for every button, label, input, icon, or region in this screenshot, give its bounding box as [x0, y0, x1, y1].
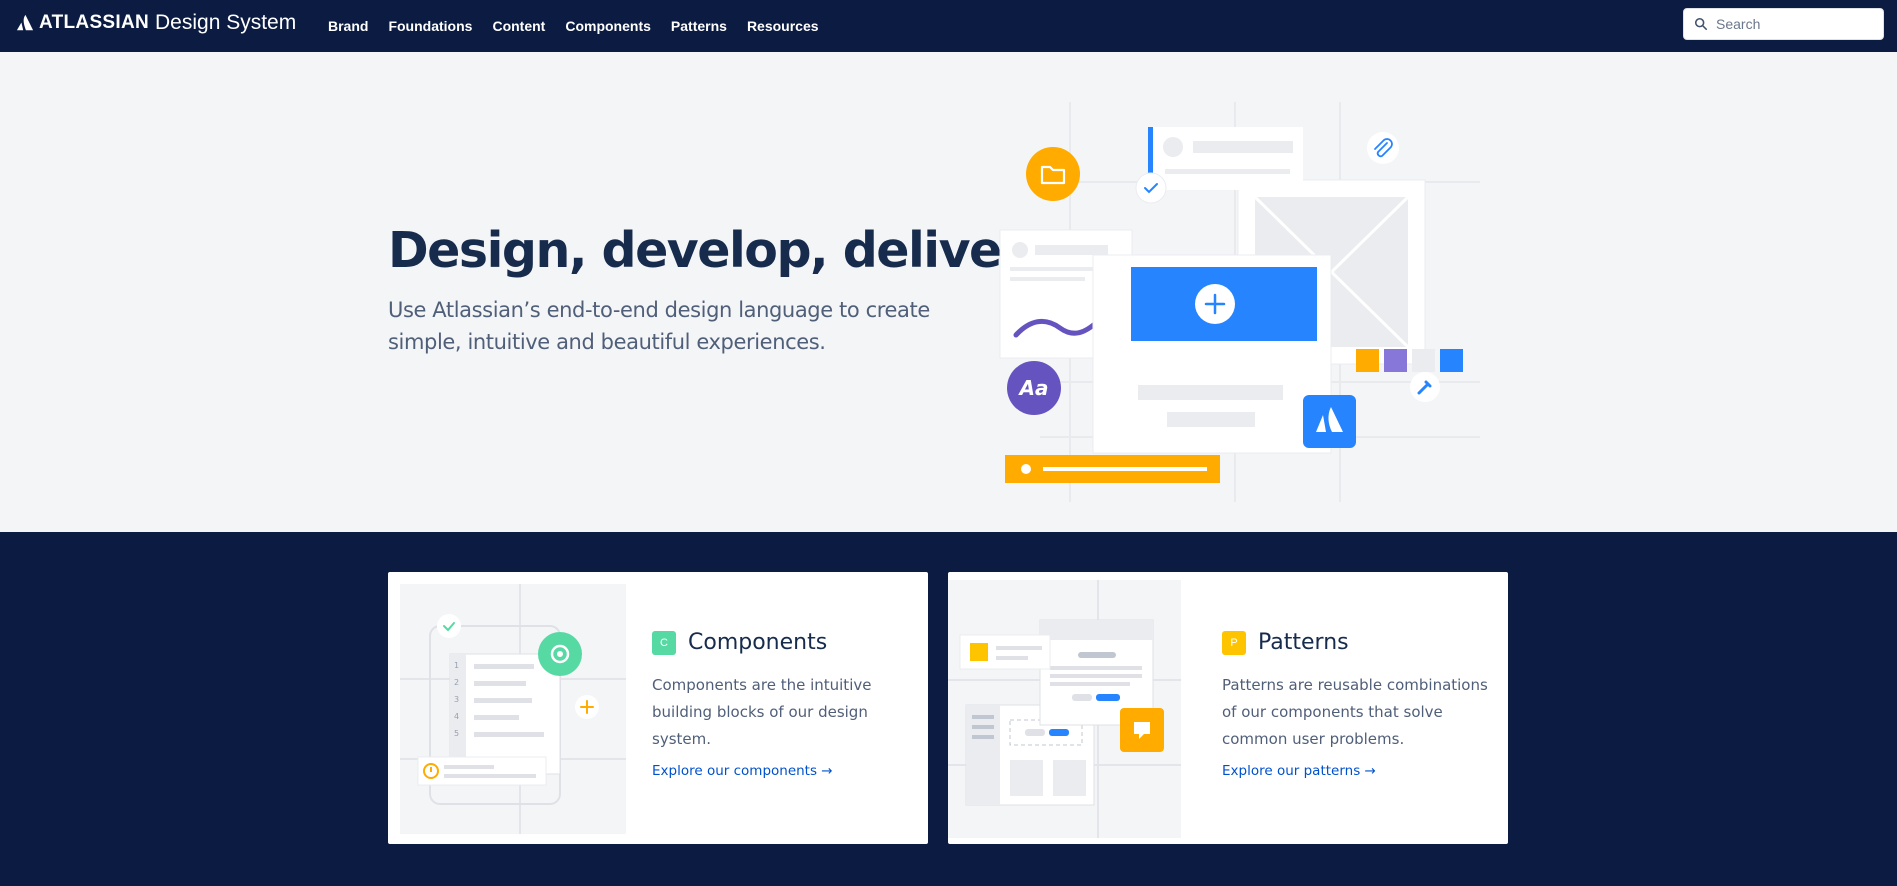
atlassian-design-system-logo[interactable]: ATLASSIAN Design System	[16, 11, 296, 35]
nav-link-patterns[interactable]: Patterns	[671, 18, 727, 34]
patterns-card-header: P Patterns	[1222, 630, 1349, 655]
explore-patterns-link[interactable]: Explore our patterns →	[1222, 763, 1376, 779]
nav-link-brand[interactable]: Brand	[328, 18, 368, 34]
list-number-1: 1	[454, 661, 459, 670]
components-card-description: Components are the intuitive building bl…	[652, 676, 872, 748]
plus-icon	[575, 695, 599, 719]
hero-title: Design, develop, deliver	[388, 222, 1025, 279]
hero-illustration: Aa	[999, 102, 1480, 502]
top-list-card	[1148, 127, 1303, 190]
logo-wordmark: ATLASSIAN	[39, 12, 150, 33]
search-icon	[1694, 17, 1708, 31]
settings-icon	[538, 632, 582, 676]
components-card-header: C Components	[652, 630, 827, 655]
overview-section: 1 2 3 4 5 C Components Components are th…	[0, 532, 1897, 886]
main-blue-card	[1092, 254, 1332, 454]
patterns-card-description: Patterns are reusable combinations of ou…	[1222, 676, 1488, 748]
list-number-3: 3	[454, 695, 459, 704]
nav-link-foundations[interactable]: Foundations	[388, 18, 472, 34]
atlassian-app-icon	[1303, 395, 1356, 448]
nav-link-components[interactable]: Components	[565, 18, 651, 34]
components-illustration: 1 2 3 4 5	[400, 584, 626, 834]
top-navigation: ATLASSIAN Design System Brand Foundation…	[0, 0, 1897, 52]
list-number-2: 2	[454, 678, 459, 687]
atlassian-logo-icon	[16, 14, 34, 31]
search-input[interactable]	[1716, 16, 1876, 32]
pen-icon	[1410, 372, 1440, 402]
patterns-badge: P	[1222, 630, 1246, 655]
logo-subtitle: Design System	[155, 11, 297, 34]
progress-bar	[1005, 455, 1220, 483]
list-number-4: 4	[454, 712, 459, 721]
comment-icon	[1120, 708, 1164, 752]
typeface-label: Aa	[1018, 376, 1049, 400]
hero-section: Design, develop, deliver Use Atlassian’s…	[0, 52, 1897, 532]
primary-nav: Brand Foundations Content Components Pat…	[328, 0, 839, 52]
nav-link-resources[interactable]: Resources	[747, 18, 819, 34]
check-icon	[437, 614, 461, 638]
explore-components-link[interactable]: Explore our components →	[652, 763, 833, 779]
components-badge: C	[652, 630, 676, 655]
paperclip-icon	[1367, 132, 1399, 164]
patterns-illustration	[948, 580, 1181, 838]
list-number-5: 5	[454, 729, 459, 738]
components-card-title: Components	[688, 630, 828, 655]
folder-icon	[1026, 147, 1080, 201]
typeface-icon: Aa	[1007, 361, 1061, 415]
warning-row	[417, 756, 547, 786]
nav-link-content[interactable]: Content	[492, 18, 545, 34]
hero-subtitle: Use Atlassian’s end-to-end design langua…	[388, 298, 930, 354]
components-card[interactable]: 1 2 3 4 5 C Components Components are th…	[388, 572, 928, 844]
patterns-card[interactable]: P Patterns Patterns are reusable combina…	[948, 572, 1508, 844]
search-box[interactable]	[1683, 8, 1884, 40]
check-icon	[1135, 172, 1167, 204]
patterns-card-title: Patterns	[1258, 630, 1349, 655]
